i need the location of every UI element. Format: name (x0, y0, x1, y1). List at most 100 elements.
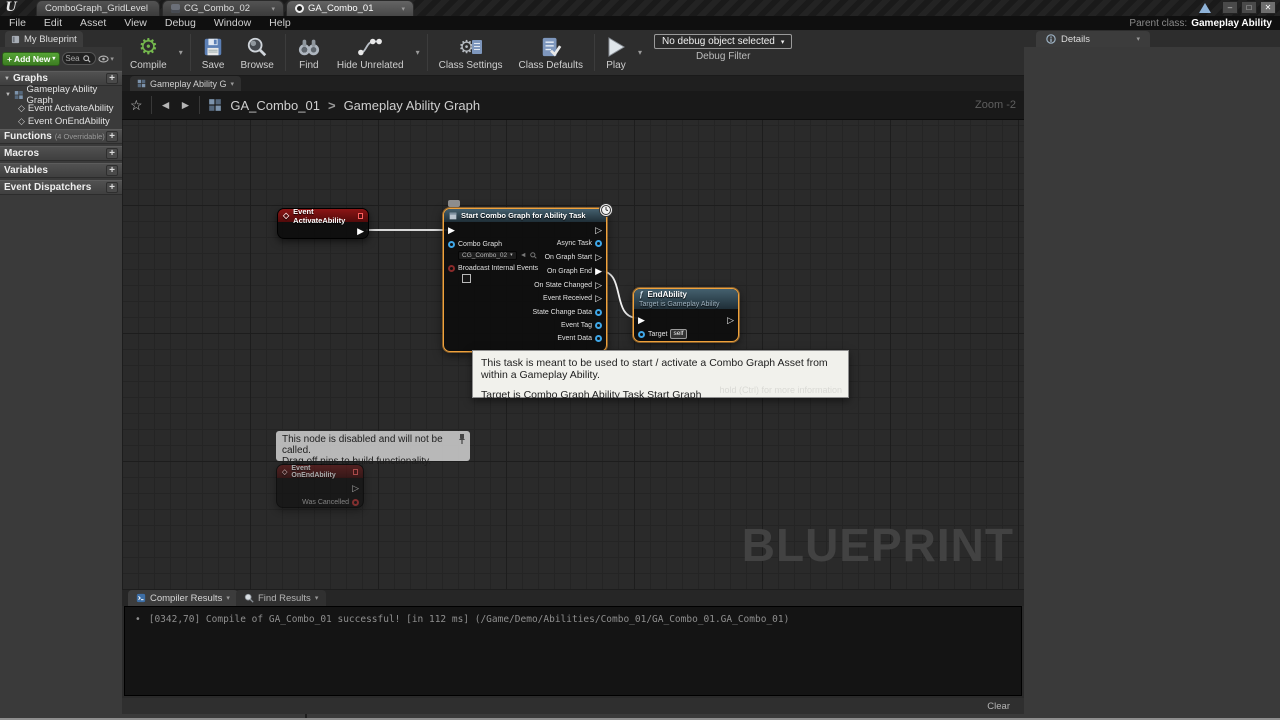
class-settings-button[interactable]: ⚙ Class Settings (431, 30, 511, 75)
forward-arrow-icon[interactable]: ► (179, 98, 191, 112)
on-state-changed-pin[interactable]: On State Changed ▷ (534, 280, 602, 290)
view-options-button[interactable]: ▾ (98, 55, 114, 63)
on-graph-start-pin[interactable]: On Graph Start ▷ (545, 252, 602, 262)
maximize-button[interactable]: □ (1241, 1, 1257, 14)
close-button[interactable]: ✕ (1260, 1, 1276, 14)
hide-unrelated-caret[interactable]: ▾ (412, 48, 424, 57)
menu-asset[interactable]: Asset (71, 17, 115, 29)
details-tab[interactable]: Details ▾ (1036, 31, 1150, 47)
play-options-caret[interactable]: ▾ (634, 48, 646, 57)
chevron-down-icon[interactable]: ▾ (271, 5, 275, 13)
state-change-data-pin[interactable]: State Change Data (532, 307, 602, 317)
blueprint-search-box[interactable] (62, 52, 96, 65)
hide-unrelated-button[interactable]: Hide Unrelated (329, 30, 412, 75)
tree-item-event-activateability[interactable]: ◇ Event ActivateAbility (0, 102, 122, 115)
was-cancelled-pin[interactable]: Was Cancelled (302, 497, 359, 507)
asset-tab-ga-combo-01[interactable]: GA_Combo_01 ▾ (286, 0, 414, 16)
object-pin-icon (595, 240, 602, 247)
exec-out-pin[interactable]: ▷ (352, 483, 359, 493)
graph-canvas[interactable]: ◇ Event ActivateAbility ▶ Start Combo Gr… (122, 120, 1024, 590)
back-arrow-icon[interactable]: ◄ (160, 98, 172, 112)
async-task-pin[interactable]: Async Task (557, 238, 602, 248)
play-button[interactable]: Play (598, 30, 634, 75)
exec-in-pin[interactable]: ▶ (638, 315, 645, 325)
event-tag-pin[interactable]: Event Tag (561, 320, 602, 330)
unreal-logo-icon: U (3, 0, 19, 16)
section-macros[interactable]: Macros + (0, 146, 122, 161)
asset-tab-cg-combo-02[interactable]: CG_Combo_02 ▾ (162, 0, 284, 16)
node-header[interactable]: ◇ Event OnEndAbility (277, 465, 363, 478)
chevron-down-icon: ▾ (781, 38, 785, 46)
breadcrumb-asset[interactable]: GA_Combo_01 (230, 98, 320, 113)
menu-debug[interactable]: Debug (156, 17, 205, 29)
comment-bubble-icon[interactable] (448, 200, 460, 207)
find-results-tab[interactable]: Find Results ▾ (236, 590, 326, 606)
use-selected-asset-icon[interactable]: ◄ (520, 252, 527, 259)
add-macro-button[interactable]: + (106, 148, 118, 159)
save-button[interactable]: Save (194, 30, 233, 75)
add-function-button[interactable]: + (106, 131, 118, 142)
node-event-onendability[interactable]: ◇ Event OnEndAbility ▷ Was Cancelled (276, 464, 364, 508)
add-graph-button[interactable]: + (106, 73, 118, 84)
node-event-activateability[interactable]: ◇ Event ActivateAbility ▶ (277, 208, 369, 239)
compile-options-caret[interactable]: ▾ (175, 48, 187, 57)
compile-button[interactable]: ⚙ Compile (122, 30, 175, 75)
broadcast-checkbox[interactable] (462, 274, 471, 283)
browse-asset-icon[interactable] (530, 252, 537, 259)
exec-in-pin[interactable]: ▶ (448, 225, 455, 235)
add-event-dispatcher-button[interactable]: + (106, 182, 118, 193)
graph-doc-tab[interactable]: Gameplay Ability G ▾ (130, 76, 241, 91)
exec-out-pin[interactable]: ▷ (595, 225, 602, 235)
add-new-button[interactable]: + Add New ▾ (2, 52, 60, 66)
broadcast-internal-events-pin[interactable]: Broadcast Internal Events (448, 263, 538, 273)
tree-item-gameplay-ability-graph[interactable]: ▼ Gameplay Ability Graph (0, 88, 122, 101)
zoom-level-label: Zoom -2 (975, 99, 1016, 111)
add-variable-button[interactable]: + (106, 165, 118, 176)
find-button[interactable]: Find (289, 30, 329, 75)
event-diamond-icon: ◇ (18, 103, 25, 114)
section-variables[interactable]: Variables + (0, 163, 122, 178)
browse-button[interactable]: Browse (233, 30, 282, 75)
class-defaults-icon (540, 34, 562, 60)
unreal-blueprint-editor: U ComboGraph_GridLevel CG_Combo_02 ▾ GA_… (0, 0, 1280, 720)
section-event-dispatchers[interactable]: Event Dispatchers + (0, 180, 122, 195)
delegate-pin[interactable] (358, 213, 363, 219)
minimize-button[interactable]: – (1222, 1, 1238, 14)
menu-edit[interactable]: Edit (35, 17, 71, 29)
target-pin[interactable]: Target self (638, 329, 687, 339)
chevron-down-icon[interactable]: ▾ (401, 5, 405, 13)
tree-item-event-onendability[interactable]: ◇ Event OnEndAbility (0, 115, 122, 128)
exec-out-pin[interactable]: ▶ (357, 226, 364, 236)
menu-view[interactable]: View (115, 17, 156, 29)
event-data-pin[interactable]: Event Data (557, 333, 602, 343)
my-blueprint-tabstrip: My Blueprint (0, 30, 122, 47)
menu-window[interactable]: Window (205, 17, 260, 29)
log-line[interactable]: • [0342,70] Compile of GA_Combo_01 succe… (125, 607, 1021, 632)
node-header[interactable]: Start Combo Graph for Ability Task (444, 209, 606, 222)
bullet-icon: • (135, 614, 141, 625)
menu-help[interactable]: Help (260, 17, 300, 29)
on-graph-end-pin[interactable]: On Graph End ▶ (547, 266, 602, 276)
favorite-star-icon[interactable]: ☆ (130, 97, 143, 114)
exec-out-pin[interactable]: ▷ (727, 315, 734, 325)
combo-graph-asset-dropdown[interactable]: CG_Combo_02 ▾ (458, 251, 517, 260)
node-header[interactable]: ƒ EndAbility Target is Gameplay Ability (634, 289, 738, 309)
breadcrumb-graph[interactable]: Gameplay Ability Graph (344, 98, 481, 113)
search-input[interactable] (65, 54, 83, 63)
debug-object-select[interactable]: No debug object selected ▾ (654, 34, 792, 49)
node-start-combo-graph[interactable]: Start Combo Graph for Ability Task ▶ Com… (443, 208, 607, 352)
class-defaults-button[interactable]: Class Defaults (511, 30, 591, 75)
compiler-results-tab[interactable]: Compiler Results ▾ (128, 590, 238, 606)
clear-button[interactable]: Clear (983, 701, 1014, 712)
struct-pin-icon (595, 335, 602, 342)
node-endability[interactable]: ƒ EndAbility Target is Gameplay Ability … (633, 288, 739, 342)
event-received-pin[interactable]: Event Received ▷ (543, 293, 602, 303)
my-blueprint-tab[interactable]: My Blueprint (5, 31, 83, 47)
parent-class-value[interactable]: Gameplay Ability (1191, 18, 1272, 29)
combo-graph-pin[interactable]: Combo Graph (448, 239, 502, 249)
asset-tab-combograph-gridlevel[interactable]: ComboGraph_GridLevel (36, 0, 160, 16)
delegate-pin[interactable] (353, 469, 359, 475)
menu-file[interactable]: File (0, 17, 35, 29)
node-header[interactable]: ◇ Event ActivateAbility (278, 209, 368, 222)
section-functions[interactable]: Functions (4 Overridable) + (0, 129, 122, 144)
